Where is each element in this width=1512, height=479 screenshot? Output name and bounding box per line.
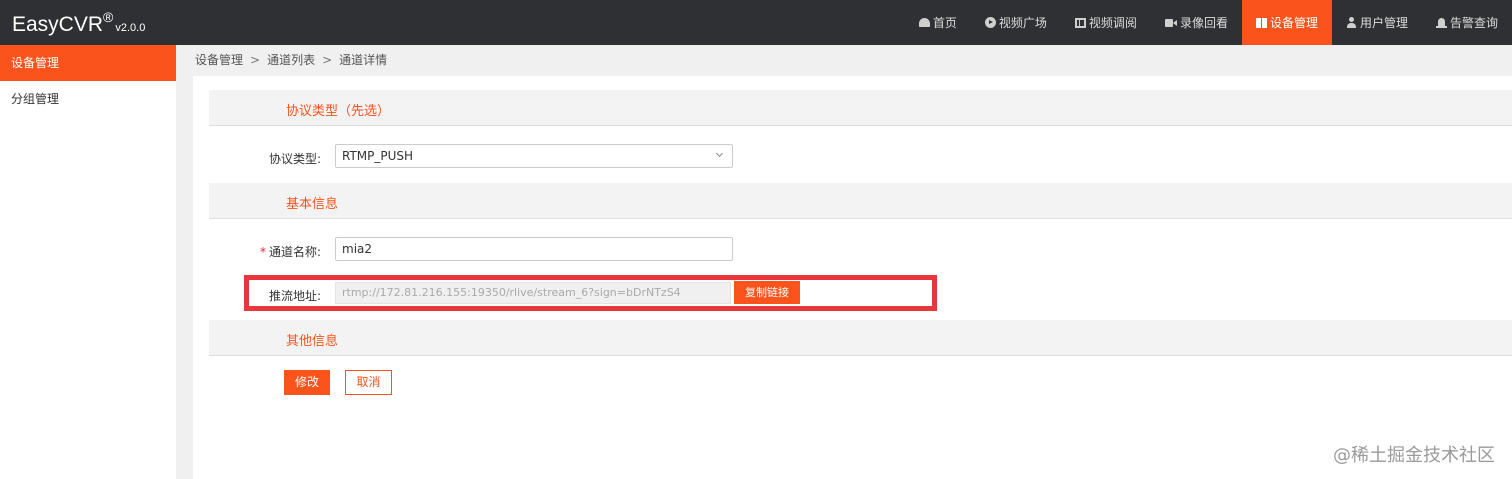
nav-item-device-management[interactable]: 设备管理: [1241, 0, 1332, 45]
sidebar: 设备管理 分组管理: [0, 45, 176, 479]
book-icon: [1255, 17, 1267, 28]
required-mark: *: [259, 245, 266, 259]
nav-item-video-square[interactable]: 视频广场: [971, 0, 1061, 45]
app-version: v2.0.0: [115, 22, 146, 34]
main-nav: 首页 视频广场 视频调阅 录像回看 设备管理 用户管理 告警查询: [905, 0, 1512, 45]
nav-item-label: 视频广场: [998, 16, 1047, 30]
channel-detail-form: 协议类型（先选） 协议类型: RTMP_PUSH 基本信息 * 通道名称: mia…: [193, 76, 1512, 479]
watermark: @稀土掘金技术社区: [1333, 445, 1495, 466]
push-url-input[interactable]: rtmp://172.81.216.155:19350/rlive/stream…: [335, 282, 731, 304]
home-icon: [918, 18, 930, 27]
breadcrumb-separator: >: [322, 53, 333, 67]
user-icon: [1346, 17, 1357, 28]
channel-name-label: * 通道名称:: [193, 243, 321, 260]
nav-item-playback[interactable]: 录像回看: [1151, 0, 1242, 45]
modify-button[interactable]: 修改: [284, 370, 330, 395]
breadcrumb-item-channel-detail: 通道详情: [339, 53, 388, 67]
breadcrumb: 设备管理 > 通道列表 > 通道详情: [193, 45, 1512, 76]
section-title: 基本信息: [286, 197, 339, 212]
app-logo[interactable]: EasyCVR®v2.0.0: [12, 9, 145, 37]
section-title: 协议类型（先选）: [286, 104, 391, 119]
channel-name-label-text: 通道名称:: [268, 245, 321, 259]
breadcrumb-separator: >: [250, 53, 261, 67]
video-camera-icon: [1164, 18, 1177, 27]
breadcrumb-item-channel-list[interactable]: 通道列表: [267, 53, 315, 67]
nav-item-home[interactable]: 首页: [905, 0, 971, 45]
cancel-button[interactable]: 取消: [345, 370, 392, 395]
section-header-other-info: 其他信息: [209, 320, 1512, 356]
nav-item-label: 录像回看: [1179, 16, 1228, 30]
protocol-type-label: 协议类型:: [268, 152, 321, 166]
play-circle-icon: [984, 17, 996, 28]
section-header-basic-info: 基本信息: [209, 183, 1512, 219]
protocol-type-value: RTMP_PUSH: [342, 149, 414, 163]
nav-item-video-browse[interactable]: 视频调阅: [1061, 0, 1151, 45]
nav-item-label: 告警查询: [1449, 16, 1498, 30]
nav-item-alarm-query[interactable]: 告警查询: [1422, 0, 1512, 45]
nav-item-label: 首页: [932, 16, 957, 30]
alarm-icon: [1435, 17, 1447, 28]
push-url-label: 推流地址:: [268, 289, 321, 303]
sidebar-item-group-management[interactable]: 分组管理: [0, 81, 176, 117]
nav-item-label: 用户管理: [1359, 16, 1408, 30]
top-navbar: EasyCVR®v2.0.0 首页 视频广场 视频调阅 录像回看 设备管理 用户…: [0, 0, 1512, 45]
sidebar-item-device-management[interactable]: 设备管理: [0, 45, 176, 81]
channel-name-input[interactable]: mia2: [335, 237, 733, 261]
section-title: 其他信息: [286, 334, 339, 349]
nav-item-user-management[interactable]: 用户管理: [1332, 0, 1422, 45]
app-name: EasyCVR: [12, 13, 104, 36]
protocol-type-select[interactable]: RTMP_PUSH: [335, 144, 733, 168]
grid-view-icon: [1074, 17, 1086, 28]
section-header-protocol: 协议类型（先选）: [209, 90, 1512, 126]
breadcrumb-item-device-management[interactable]: 设备管理: [195, 53, 243, 67]
copy-link-button[interactable]: 复制链接: [734, 281, 800, 304]
sidebar-divider: [176, 45, 193, 479]
nav-item-label: 设备管理: [1269, 16, 1318, 30]
nav-item-label: 视频调阅: [1088, 16, 1137, 30]
registered-mark: ®: [103, 9, 114, 25]
chevron-down-icon: [715, 149, 724, 158]
